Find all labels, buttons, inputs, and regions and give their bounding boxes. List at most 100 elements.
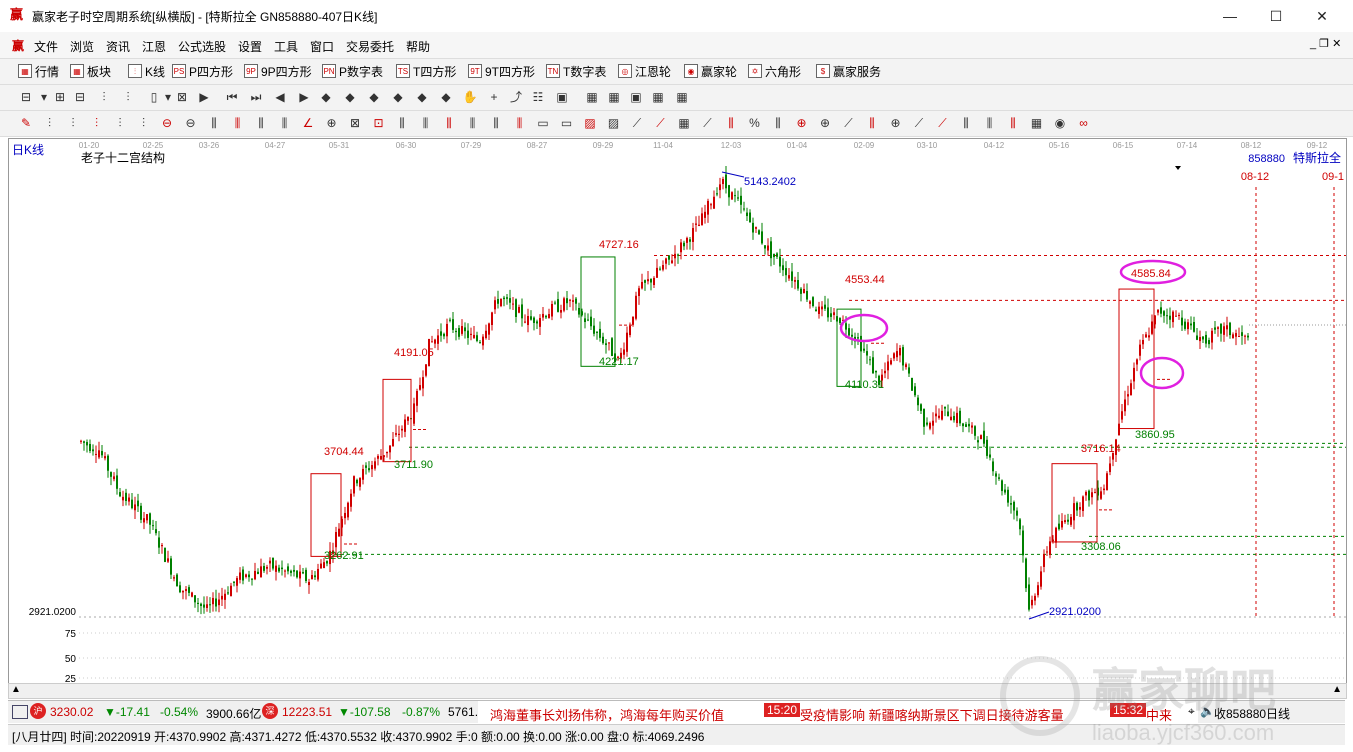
gann-tool-14-icon[interactable]: ⊠ [347, 115, 363, 131]
gann-tool-41-icon[interactable]: ⫼ [982, 115, 998, 131]
d1-icon[interactable]: ◆ [318, 89, 334, 105]
gann-tool-34-icon[interactable]: ⊕ [817, 115, 833, 131]
gann-tool-6-icon[interactable]: ⊖ [159, 115, 175, 131]
gann-tool-1-icon[interactable]: ⫶ [42, 115, 58, 131]
gann-tool-29-icon[interactable]: ⟋ [700, 115, 716, 131]
app-menu-icon[interactable]: 赢 [12, 37, 24, 54]
gann-tool-36-icon[interactable]: ⫼ [864, 115, 880, 131]
gann-tool-18-icon[interactable]: ⫼ [441, 115, 457, 131]
gann-tool-38-icon[interactable]: ⟋ [911, 115, 927, 131]
menu-tools[interactable]: 工具 [274, 38, 298, 55]
last-icon[interactable]: ⏭ [248, 89, 264, 105]
toolbar-9p-square-button[interactable]: 9P 9P四方形 [244, 63, 312, 79]
draw-icon[interactable]: ⤴ [508, 89, 524, 105]
gann-tool-33-icon[interactable]: ⊕ [794, 115, 810, 131]
d5-icon[interactable]: ◆ [414, 89, 430, 105]
d6-icon[interactable]: ◆ [438, 89, 454, 105]
gann-tool-0-icon[interactable]: ✎ [18, 115, 34, 131]
save-icon[interactable]: ▣ [628, 89, 644, 105]
menu-browse[interactable]: 浏览 [70, 38, 94, 55]
gann-tool-35-icon[interactable]: ⟋ [841, 115, 857, 131]
gann-tool-19-icon[interactable]: ⫼ [465, 115, 481, 131]
crosshair-icon[interactable]: + [486, 89, 502, 105]
gann-tool-17-icon[interactable]: ⫼ [418, 115, 434, 131]
gann-tool-11-icon[interactable]: ⫼ [277, 115, 293, 131]
toolbar-grid-button[interactable]: ▦ 行情 [18, 63, 59, 79]
sz-index-icon[interactable]: 深 [262, 703, 278, 719]
toolbar-p-number-button[interactable]: PN P数字表 [322, 63, 383, 79]
gann-tool-21-icon[interactable]: ⫼ [512, 115, 528, 131]
mdi-buttons[interactable]: _ ❐ ✕ [1310, 37, 1341, 50]
menu-info[interactable]: 资讯 [106, 38, 130, 55]
d4-icon[interactable]: ◆ [390, 89, 406, 105]
bars2-icon[interactable]: ⫶ [120, 89, 136, 105]
next-icon[interactable]: ▶ [296, 89, 312, 105]
menu-window[interactable]: 窗口 [310, 38, 334, 55]
gann-tool-20-icon[interactable]: ⫼ [488, 115, 504, 131]
cross-icon[interactable]: ⊠ [174, 89, 190, 105]
menu-settings[interactable]: 设置 [238, 38, 262, 55]
toolbar-kline-button[interactable]: ⫶ K线 [128, 63, 165, 79]
toolbar-9t-square-button[interactable]: 9T 9T四方形 [468, 63, 535, 79]
prev-icon[interactable]: ◀ [272, 89, 288, 105]
gann-tool-7-icon[interactable]: ⊖ [183, 115, 199, 131]
zoom-out-icon[interactable]: ⊟ [72, 89, 88, 105]
toolbar-dollar-button[interactable]: $ 赢家服务 [816, 63, 881, 79]
gann-tool-45-icon[interactable]: ∞ [1076, 115, 1092, 131]
gann-tool-25-icon[interactable]: ▨ [606, 115, 622, 131]
gann-tool-8-icon[interactable]: ⫼ [206, 115, 222, 131]
export-icon[interactable]: ▦ [674, 89, 690, 105]
toolbar-blocks-button[interactable]: ▦ 板块 [70, 63, 111, 79]
sh-index-icon[interactable]: 沪 [30, 703, 46, 719]
toolbar-hexagon-button[interactable]: ✡ 六角形 [748, 63, 801, 79]
gann-tool-26-icon[interactable]: ⟋ [629, 115, 645, 131]
d2-icon[interactable]: ◆ [342, 89, 358, 105]
hand-icon[interactable]: ✋ [462, 89, 478, 105]
maximize-button[interactable]: ☐ [1256, 6, 1296, 26]
gann-tool-37-icon[interactable]: ⊕ [888, 115, 904, 131]
toolbar-t-square-button[interactable]: TS T四方形 [396, 63, 456, 79]
gann-tool-4-icon[interactable]: ⫶ [112, 115, 128, 131]
gann-tool-28-icon[interactable]: ▦ [676, 115, 692, 131]
layout-icon[interactable]: ⊟ [18, 89, 34, 105]
news-item[interactable]: 鸿海董事长刘扬伟称，鸿海每年购买价值 [490, 705, 724, 723]
box-icon[interactable]: ▣ [554, 89, 570, 105]
toolbar-t-number-button[interactable]: TN T数字表 [546, 63, 606, 79]
gann-tool-30-icon[interactable]: ⫼ [723, 115, 739, 131]
d3-icon[interactable]: ◆ [366, 89, 382, 105]
gann-tool-2-icon[interactable]: ⫶ [65, 115, 81, 131]
pattern-icon[interactable]: ☷ [530, 89, 546, 105]
flag-icon[interactable]: ▶ [196, 89, 212, 105]
gann-tool-39-icon[interactable]: ⟋ [935, 115, 951, 131]
minimize-button[interactable]: — [1210, 6, 1250, 26]
dropdown-icon[interactable]: ▾ [36, 89, 52, 105]
print-icon[interactable]: ▦ [650, 89, 666, 105]
gann-tool-10-icon[interactable]: ⫼ [253, 115, 269, 131]
menu-formula-select[interactable]: 公式选股 [178, 38, 226, 55]
toolbar-winner-wheel-button[interactable]: ◉ 赢家轮 [684, 63, 737, 79]
menu-help[interactable]: 帮助 [406, 38, 430, 55]
gann-tool-23-icon[interactable]: ▭ [559, 115, 575, 131]
gann-tool-44-icon[interactable]: ◉ [1052, 115, 1068, 131]
kline-chart[interactable]: 日K线老子十二宫结构 858880 特斯拉全 01-20 02-25 03-26 04-27… [9, 139, 1346, 684]
close-button[interactable]: ✕ [1302, 6, 1342, 26]
gann-tool-12-icon[interactable]: ∠ [300, 115, 316, 131]
gann-tool-5-icon[interactable]: ⫶ [136, 115, 152, 131]
gann-tool-24-icon[interactable]: ▨ [582, 115, 598, 131]
menu-trade[interactable]: 交易委托 [346, 38, 394, 55]
first-icon[interactable]: ⏮ [224, 89, 240, 105]
table-icon[interactable]: ▦ [606, 89, 622, 105]
bars-icon[interactable]: ⫶ [96, 89, 112, 105]
kline-chart-panel[interactable]: 日K线 老子十二宫结构 858880 特斯拉全 01-20 02-25 03-26 04-27… [8, 138, 1347, 685]
gann-tool-42-icon[interactable]: ⫼ [1005, 115, 1021, 131]
gann-tool-13-icon[interactable]: ⊕ [324, 115, 340, 131]
toolbar-gann-wheel-button[interactable]: ◎ 江恩轮 [618, 63, 671, 79]
gann-tool-3-icon[interactable]: ⫶ [89, 115, 105, 131]
keyboard-icon[interactable] [12, 705, 28, 719]
gann-tool-22-icon[interactable]: ▭ [535, 115, 551, 131]
gann-tool-9-icon[interactable]: ⫼ [230, 115, 246, 131]
gann-tool-16-icon[interactable]: ⫼ [394, 115, 410, 131]
menu-file[interactable]: 文件 [34, 38, 58, 55]
gann-tool-32-icon[interactable]: ⫼ [770, 115, 786, 131]
zoom-in-icon[interactable]: ⊞ [52, 89, 68, 105]
